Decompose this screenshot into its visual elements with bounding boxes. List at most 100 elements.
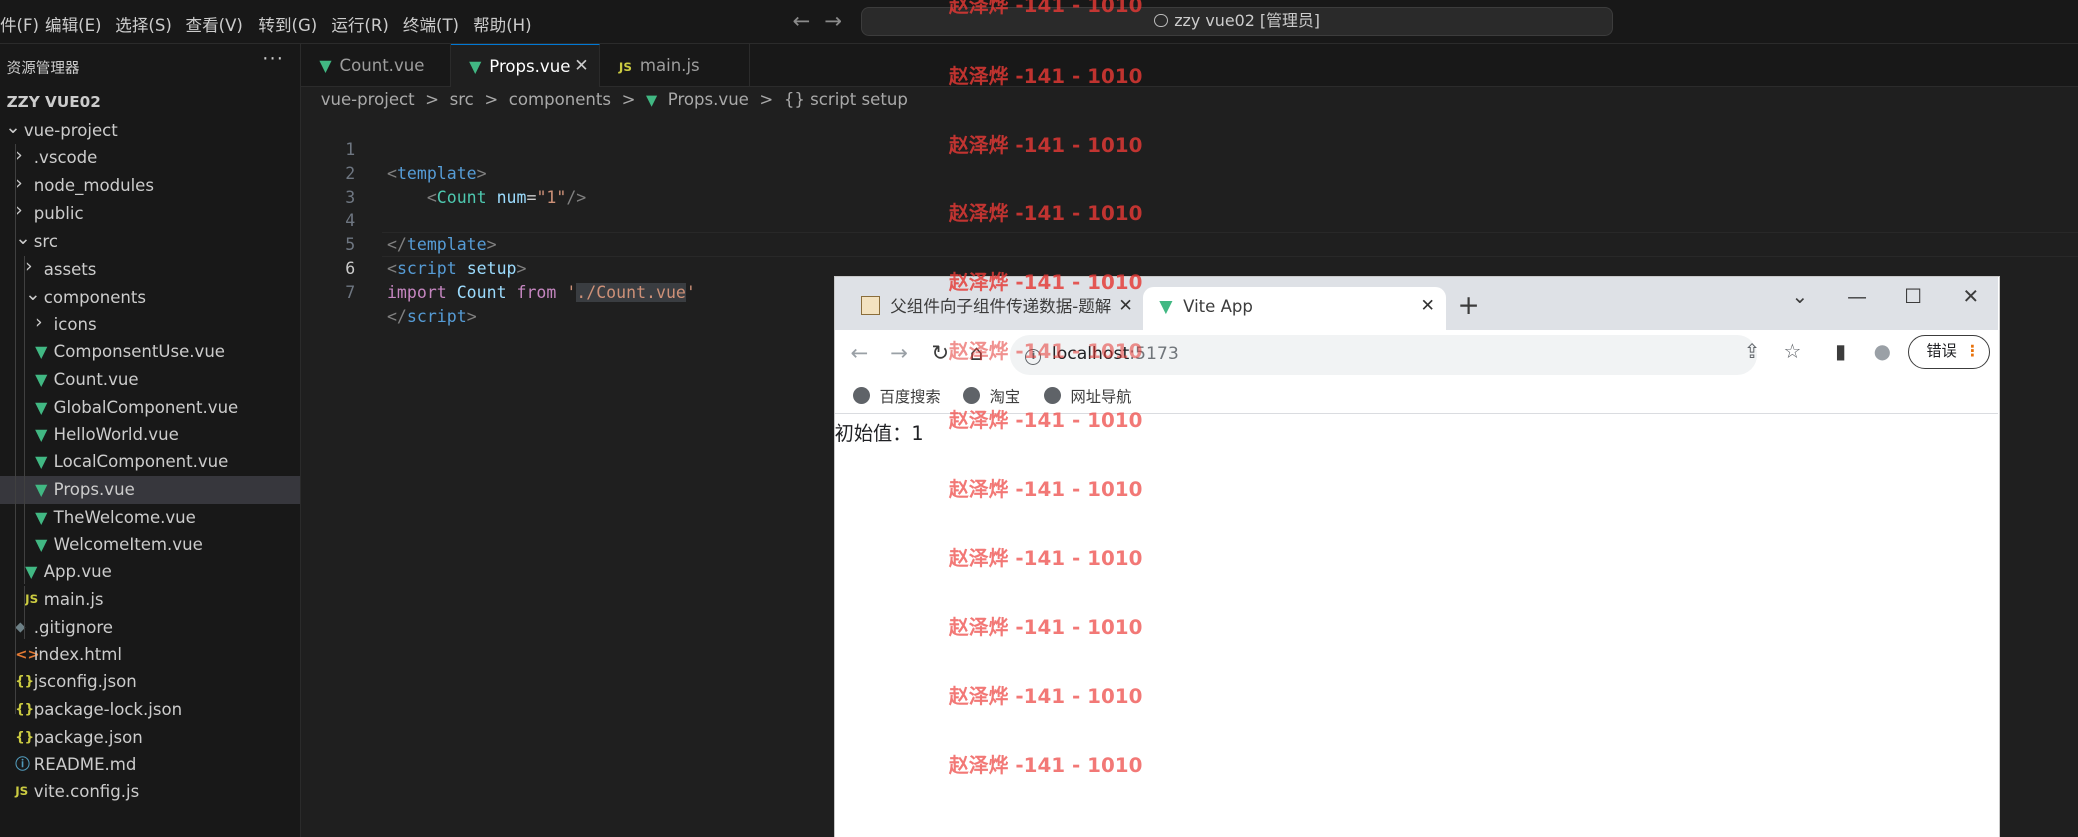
breadcrumb-item[interactable]: {} script setup	[784, 90, 908, 109]
arrow-right-icon[interactable]: →	[824, 8, 842, 33]
tree-item-public[interactable]: › public	[0, 200, 300, 228]
tree-item-components[interactable]: ⌄ components	[0, 284, 300, 312]
json-file-icon: {}	[15, 701, 35, 717]
more-actions-icon[interactable]: ···	[262, 49, 284, 70]
search-icon	[1154, 13, 1168, 27]
browser-tab-vite-app[interactable]: ▼ Vite App ✕	[1143, 287, 1446, 330]
tree-item-app-vue[interactable]: ▼ App.vue	[0, 558, 300, 586]
tree-item-count-vue[interactable]: ▼ Count.vue	[0, 366, 300, 394]
menu-go[interactable]: 转到(G)	[258, 12, 317, 36]
new-tab-button[interactable]: +	[1458, 290, 1480, 321]
maximize-button[interactable]: ☐	[1904, 285, 1922, 308]
code-line: 5 <script setup>	[302, 209, 526, 278]
tree-item-node-modules[interactable]: › node_modules	[0, 172, 300, 200]
tree-item-label: main.js	[43, 589, 104, 609]
tree-item-main-js[interactable]: JS main.js	[0, 586, 300, 614]
tree-item-vite-config-js[interactable]: JS vite.config.js	[0, 778, 300, 806]
menu-terminal[interactable]: 终端(T)	[403, 12, 459, 36]
tree-item-package-json[interactable]: {} package.json	[0, 724, 300, 752]
bookmark-taobao[interactable]: 淘宝	[963, 383, 1020, 412]
tree-item-index-html[interactable]: <> index.html	[0, 641, 300, 669]
menu-selection[interactable]: 选择(S)	[115, 12, 172, 36]
address-bar[interactable]: i localhost:5173	[1009, 334, 1758, 375]
tree-item-welcomeitem-vue[interactable]: ▼ WelcomeItem.vue	[0, 531, 300, 559]
error-button[interactable]: 错误 ⋮	[1908, 334, 1991, 370]
bookmark-nav[interactable]: 网址导航	[1044, 383, 1131, 412]
code-line: 7 </script>	[302, 257, 476, 326]
workspace-root[interactable]: ZZY VUE02	[0, 89, 300, 117]
tree-item-icons[interactable]: › icons	[0, 311, 300, 339]
vue-file-icon: ▼	[25, 561, 38, 581]
menu-run[interactable]: 运行(R)	[331, 12, 389, 36]
breadcrumb: vue-project > src > components > ▼ Props…	[321, 90, 913, 109]
reload-icon[interactable]: ↻	[931, 340, 949, 365]
vue-file-icon: ▼	[35, 451, 48, 471]
explorer-title: 资源管理器	[6, 59, 80, 77]
close-window-button[interactable]: ✕	[1962, 285, 1979, 308]
tree-item-label: .vscode	[33, 148, 98, 168]
tree-item-label: index.html	[33, 645, 123, 665]
close-icon[interactable]: ✕	[574, 45, 588, 89]
chevron-right-icon: ›	[25, 256, 33, 278]
share-icon[interactable]: ⇪	[1744, 340, 1761, 363]
tab-main-js[interactable]: JS main.js	[600, 43, 751, 88]
chevron-down-icon: ⌄	[25, 283, 41, 305]
tree-item-globalcomponent-vue[interactable]: ▼ GlobalComponent.vue	[0, 394, 300, 422]
tree-item-label: public	[33, 204, 84, 224]
arrow-left-icon[interactable]: ←	[793, 8, 811, 33]
breadcrumb-item[interactable]: src	[450, 90, 474, 109]
tree-item-localcomponent-vue[interactable]: ▼ LocalComponent.vue	[0, 448, 300, 476]
tree-item-label: components	[43, 287, 146, 307]
menu-help[interactable]: 帮助(H)	[473, 12, 531, 36]
tree-item-componsentuse-vue[interactable]: ▼ ComponsentUse.vue	[0, 338, 300, 366]
menu-view[interactable]: 查看(V)	[186, 12, 243, 36]
editor-tab-bar: ▼ Count.vue ▼ Props.vue ✕ JS main.js	[300, 43, 2078, 89]
tree-item-readme-md[interactable]: ⓘ README.md	[0, 751, 300, 779]
browser-tab-problem[interactable]: 父组件向子组件传递数据-题解 ✕	[845, 287, 1143, 329]
site-info-icon[interactable]: i	[1025, 348, 1042, 365]
tree-item-assets[interactable]: › assets	[0, 256, 300, 284]
breadcrumb-item[interactable]: components	[509, 90, 611, 109]
line-number: 7	[345, 282, 356, 302]
tree-item-label: jsconfig.json	[33, 671, 137, 691]
tree-item-helloworld-vue[interactable]: ▼ HelloWorld.vue	[0, 421, 300, 449]
tab-props-vue[interactable]: ▼ Props.vue ✕	[450, 43, 601, 89]
breadcrumb-item[interactable]: vue-project	[321, 90, 415, 109]
tree-item-src[interactable]: ⌄ src	[0, 228, 300, 256]
side-panel-icon[interactable]: ▮	[1835, 340, 1846, 363]
command-center[interactable]: zzy vue02 [管理员]	[861, 6, 1613, 36]
vue-file-icon: ▼	[469, 56, 482, 76]
tree-item-vscode[interactable]: › .vscode	[0, 144, 300, 172]
back-icon[interactable]: ←	[851, 340, 869, 365]
tree-item-label: package-lock.json	[33, 699, 183, 719]
tree-item-label: App.vue	[43, 561, 112, 581]
forward-icon[interactable]: →	[890, 340, 908, 365]
tab-count-vue[interactable]: ▼ Count.vue	[301, 43, 451, 88]
bookmark-label: 百度搜索	[879, 387, 941, 406]
tree-item-gitignore[interactable]: ◆ .gitignore	[0, 614, 300, 642]
close-tab-icon[interactable]: ✕	[1118, 287, 1132, 327]
home-icon[interactable]: ⌂	[970, 340, 983, 365]
tree-item-vue-project[interactable]: ⌄ vue-project	[0, 117, 300, 145]
js-file-icon: JS	[15, 783, 29, 798]
close-tab-icon[interactable]: ✕	[1421, 287, 1435, 327]
tree-item-props-vue[interactable]: ▼ Props.vue	[0, 475, 300, 504]
tree-item-label: HelloWorld.vue	[53, 425, 179, 445]
bookmark-star-icon[interactable]: ☆	[1784, 340, 1802, 363]
tab-search-icon[interactable]: ⌄	[1791, 285, 1808, 308]
minimize-button[interactable]: —	[1847, 285, 1867, 308]
menu-edit[interactable]: 编辑(E)	[45, 12, 101, 36]
chevron-right-icon: ›	[15, 172, 23, 194]
browser-tab-label: Vite App	[1183, 297, 1253, 317]
tree-item-label: ComponsentUse.vue	[53, 341, 225, 361]
tree-item-thewelcome-vue[interactable]: ▼ TheWelcome.vue	[0, 504, 300, 532]
vue-file-icon: ▼	[35, 341, 48, 361]
tree-item-label: icons	[53, 315, 97, 335]
bookmark-baidu[interactable]: 百度搜索	[853, 383, 941, 412]
breadcrumb-item[interactable]: Props.vue	[668, 90, 749, 109]
profile-avatar-icon[interactable]: ●	[1874, 340, 1891, 363]
menu-file[interactable]: 件(F)	[0, 12, 39, 36]
tree-item-package-lock-json[interactable]: {} package-lock.json	[0, 696, 300, 724]
tree-item-jsconfig-json[interactable]: {} jsconfig.json	[0, 668, 300, 696]
kebab-menu-icon[interactable]: ⋮	[1965, 336, 1980, 366]
